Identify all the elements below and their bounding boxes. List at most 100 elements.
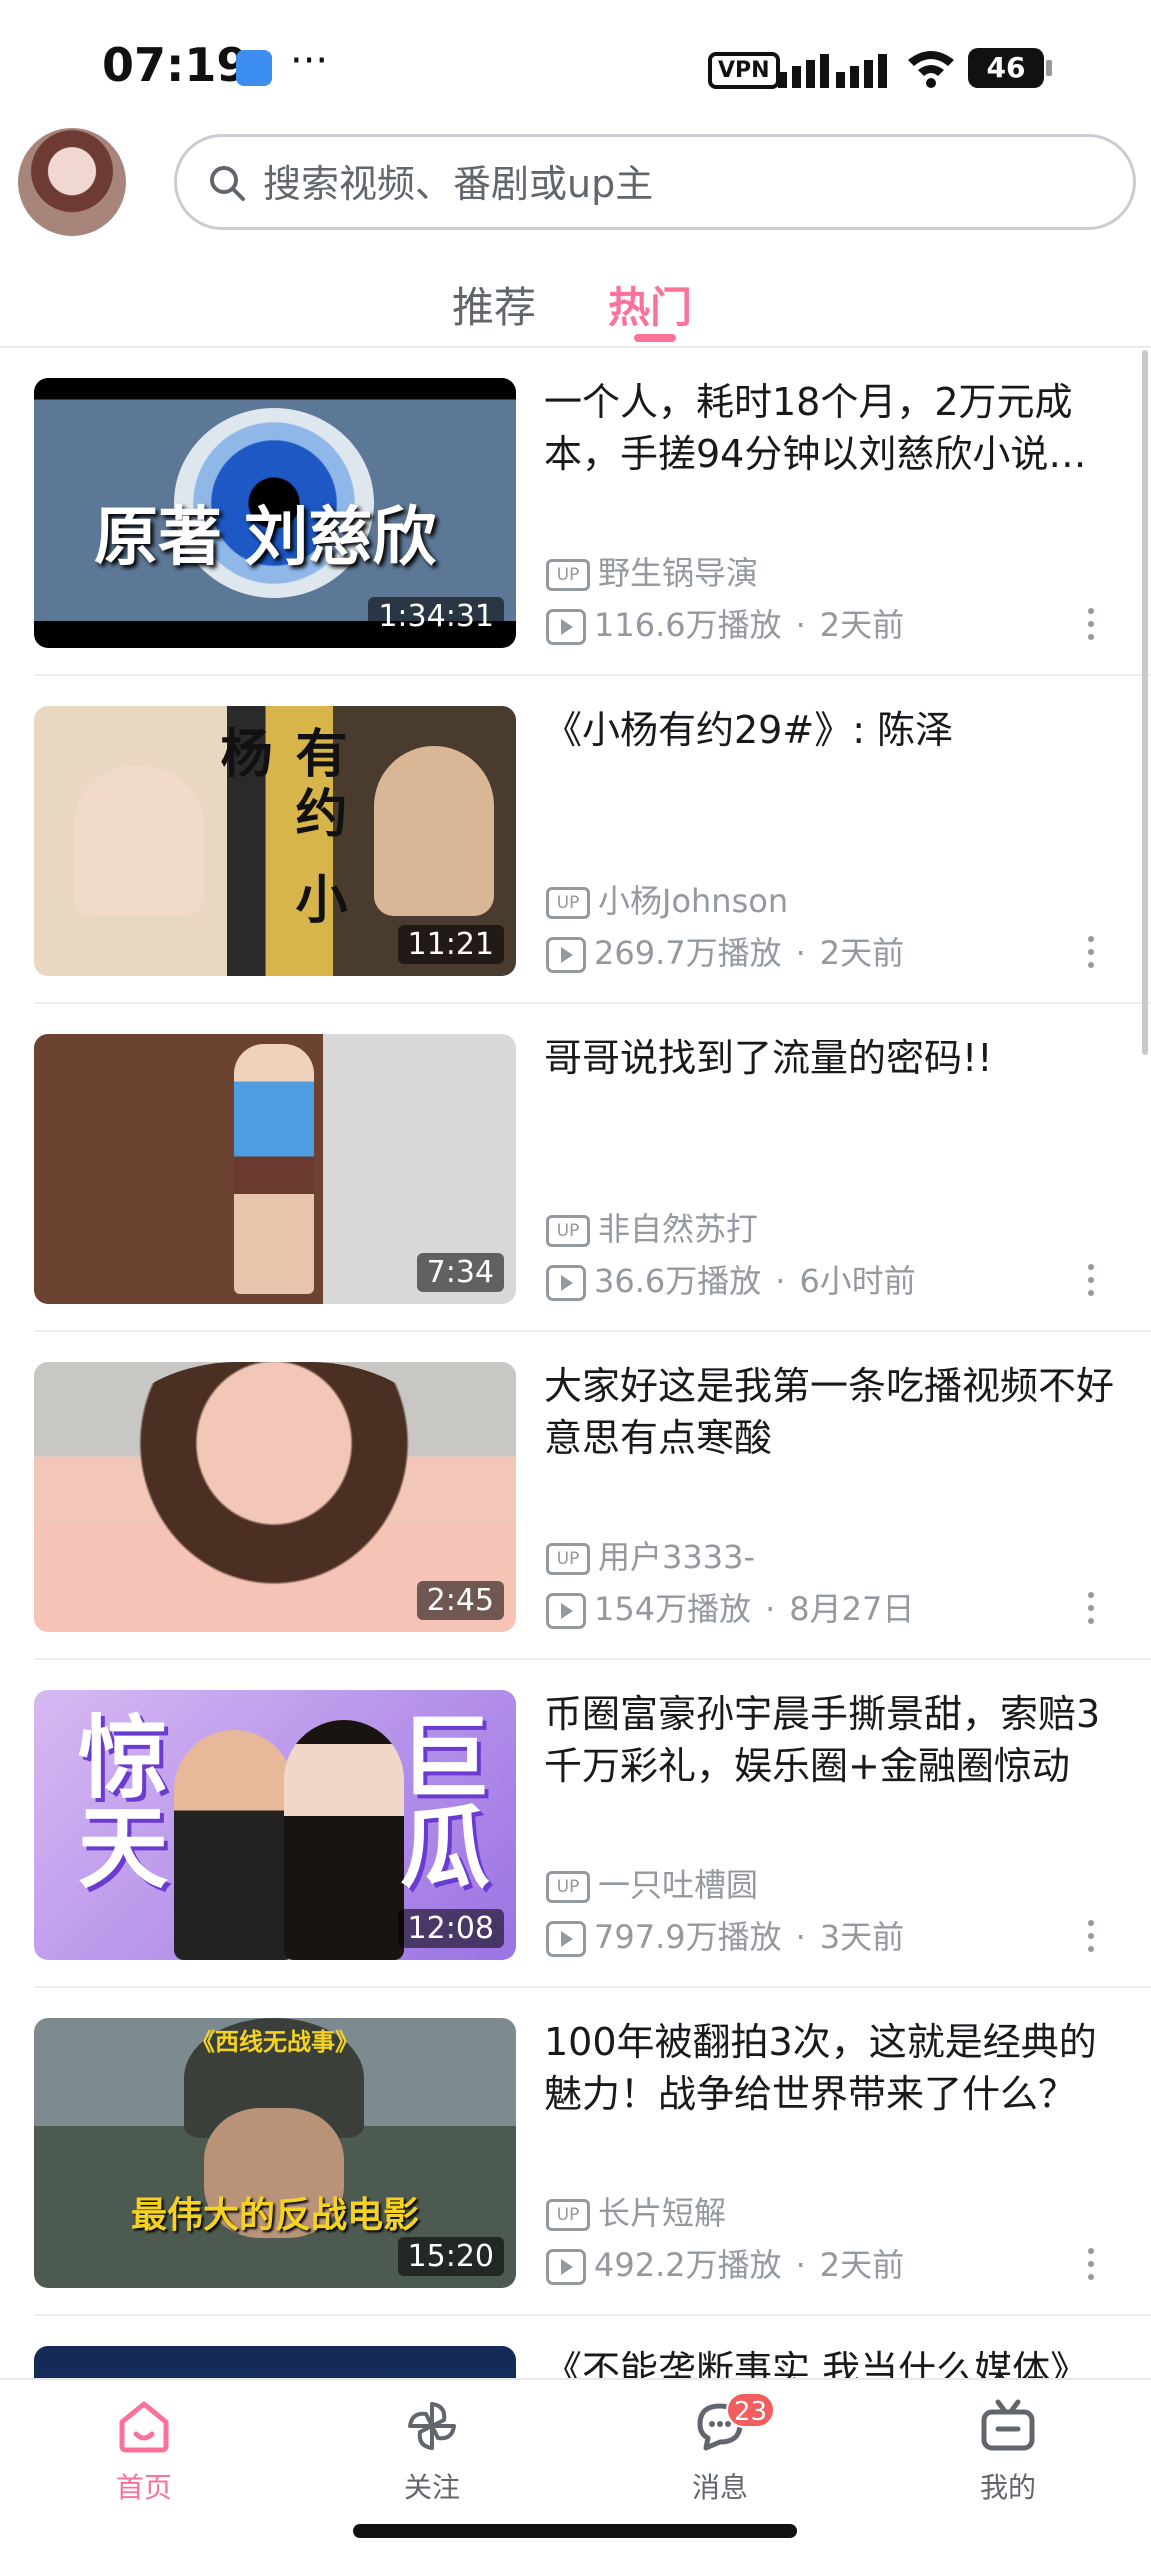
- publish-time: 3天前: [819, 1918, 905, 1956]
- play-count-icon: [546, 937, 586, 973]
- publish-time: 6小时前: [799, 1262, 916, 1300]
- video-thumbnail[interactable]: 惊天 巨瓜 12:08: [34, 1690, 516, 1960]
- video-card[interactable]: 惊天 巨瓜 12:08 币圈富豪孙宇晨手撕景甜，索赔3千万彩礼，娱乐圈+金融圈惊…: [0, 1660, 1151, 1988]
- uploader-name: 用户3333-: [598, 1538, 755, 1576]
- video-title[interactable]: 币圈富豪孙宇晨手撕景甜，索赔3千万彩礼，娱乐圈+金融圈惊动: [544, 1688, 1120, 1792]
- thumbnail-person: [74, 766, 204, 916]
- scrollbar[interactable]: [1142, 350, 1148, 1055]
- thumbnail-caption: 有约 小杨: [211, 726, 346, 933]
- home-indicator[interactable]: [353, 2524, 797, 2538]
- thumbnail-person: [234, 1044, 314, 1294]
- stats-line: 154万播放 · 8月27日: [546, 1588, 914, 1630]
- up-badge-icon: UP: [546, 1215, 590, 1247]
- video-thumbnail[interactable]: 有约 小杨 11:21: [34, 706, 516, 976]
- more-options-icon[interactable]: [1086, 1592, 1096, 1632]
- uploader-line[interactable]: UP 用户3333-: [546, 1536, 755, 1578]
- thumbnail-caption-left: 惊天: [62, 1710, 167, 1890]
- video-card[interactable]: 2:45 大家好这是我第一条吃播视频不好意思有点寒酸 UP 用户3333- 154…: [0, 1332, 1151, 1660]
- video-thumbnail[interactable]: 原著 刘慈欣 1:34:31: [34, 378, 516, 648]
- video-card[interactable]: 原著 刘慈欣 1:34:31 一个人，耗时18个月，2万元成本，手搓94分钟以刘…: [0, 348, 1151, 676]
- more-options-icon[interactable]: [1086, 1920, 1096, 1960]
- more-options-icon[interactable]: [1086, 2248, 1096, 2288]
- more-options-icon[interactable]: [1086, 936, 1096, 976]
- battery-icon: 46: [968, 48, 1044, 88]
- nav-follow[interactable]: 关注: [352, 2396, 512, 2506]
- separator-dot: ·: [795, 2246, 806, 2284]
- up-badge-icon: UP: [546, 1871, 590, 1903]
- video-thumbnail[interactable]: 《西线无战事》 最伟大的反战电影 15:20: [34, 2018, 516, 2288]
- view-count: 492.2万播放: [594, 2246, 782, 2284]
- video-title[interactable]: 《不能垄断事实 我当什么媒体》: [544, 2344, 1120, 2378]
- play-count-icon: [546, 1593, 586, 1629]
- publish-time: 2天前: [819, 606, 905, 644]
- video-duration: 11:21: [397, 925, 504, 964]
- app-notification-icon: [236, 50, 272, 86]
- stats-line: 492.2万播放 · 2天前: [546, 2244, 904, 2286]
- uploader-line[interactable]: UP 非自然苏打: [546, 1208, 758, 1250]
- play-count-icon: [546, 1921, 586, 1957]
- signal-icon: [778, 54, 887, 88]
- uploader-line[interactable]: UP 野生锅导演: [546, 552, 758, 594]
- thumbnail-caption-bottom: 最伟大的反战电影: [130, 2195, 419, 2236]
- more-notifications-icon: ···: [290, 38, 329, 84]
- nav-label: 消息: [691, 2471, 748, 2504]
- publish-time: 8月27日: [789, 1590, 915, 1628]
- nav-messages[interactable]: 23 消息: [640, 2392, 800, 2506]
- thumbnail-caption-top: 《西线无战事》: [191, 2028, 359, 2056]
- status-time: 07:19: [102, 38, 249, 92]
- nav-label: 我的: [979, 2471, 1036, 2504]
- status-bar: 07:19 ··· VPN 46: [0, 0, 1151, 130]
- more-options-icon[interactable]: [1086, 608, 1096, 648]
- video-duration: 12:08: [397, 1909, 504, 1948]
- thumbnail-person: [374, 746, 494, 916]
- thumbnail-person: [94, 1362, 454, 1632]
- uploader-line[interactable]: UP 一只吐槽圆: [546, 1864, 758, 1906]
- search-bar[interactable]: [174, 134, 1136, 230]
- video-card[interactable]: 7:34 哥哥说找到了流量的密码!! UP 非自然苏打 36.6万播放 · 6小时前: [0, 1004, 1151, 1332]
- more-options-icon[interactable]: [1086, 1264, 1096, 1304]
- video-thumbnail[interactable]: 7:34: [34, 1034, 516, 1304]
- video-feed[interactable]: 原著 刘慈欣 1:34:31 一个人，耗时18个月，2万元成本，手搓94分钟以刘…: [0, 348, 1151, 2378]
- tab-hot[interactable]: 热门: [608, 274, 692, 335]
- stats-line: 269.7万播放 · 2天前: [546, 932, 904, 974]
- up-badge-icon: UP: [546, 2199, 590, 2231]
- search-input[interactable]: [261, 151, 1085, 217]
- video-card[interactable]: 《西线无战事》 最伟大的反战电影 15:20 100年被翻拍3次，这就是经典的魅…: [0, 1988, 1151, 2316]
- video-title[interactable]: 大家好这是我第一条吃播视频不好意思有点寒酸: [544, 1360, 1120, 1464]
- nav-label: 首页: [115, 2471, 172, 2504]
- up-badge-icon: UP: [546, 1543, 590, 1575]
- video-thumbnail[interactable]: 2:45: [34, 1362, 516, 1632]
- active-tab-indicator: [634, 334, 676, 342]
- video-thumbnail[interactable]: [34, 2346, 516, 2378]
- thumbnail-caption: 原著 刘慈欣: [94, 501, 437, 575]
- separator-dot: ·: [765, 1590, 776, 1628]
- uploader-line[interactable]: UP 长片短解: [546, 2192, 726, 2234]
- uploader-line[interactable]: UP 小杨Johnson: [546, 880, 788, 922]
- uploader-name: 一只吐槽圆: [598, 1866, 759, 1904]
- video-title[interactable]: 100年被翻拍3次，这就是经典的魅力！战争给世界带来了什么？: [544, 2016, 1120, 2120]
- video-title[interactable]: 哥哥说找到了流量的密码!!: [544, 1032, 1120, 1084]
- tab-bar: 推荐 热门: [0, 262, 1151, 342]
- play-count-icon: [546, 609, 586, 645]
- uploader-name: 非自然苏打: [598, 1210, 759, 1248]
- view-count: 116.6万播放: [594, 606, 782, 644]
- video-title[interactable]: 一个人，耗时18个月，2万元成本，手搓94分钟以刘慈欣小说改编的电影: [544, 376, 1120, 480]
- play-count-icon: [546, 1265, 586, 1301]
- view-count: 797.9万播放: [594, 1918, 782, 1956]
- nav-home[interactable]: 首页: [64, 2396, 224, 2506]
- tab-recommend[interactable]: 推荐: [452, 274, 536, 335]
- nav-profile[interactable]: 我的: [928, 2396, 1088, 2506]
- video-card[interactable]: 有约 小杨 11:21 《小杨有约29#》: 陈泽 UP 小杨Johnson 26…: [0, 676, 1151, 1004]
- view-count: 269.7万播放: [594, 934, 782, 972]
- battery-tip: [1046, 60, 1052, 76]
- uploader-name: 小杨Johnson: [598, 882, 789, 920]
- video-title[interactable]: 《小杨有约29#》: 陈泽: [544, 704, 1120, 756]
- video-card[interactable]: 《不能垄断事实 我当什么媒体》: [0, 2316, 1151, 2378]
- tv-icon: [981, 2399, 1035, 2451]
- avatar[interactable]: [18, 128, 126, 236]
- up-badge-icon: UP: [546, 887, 590, 919]
- separator-dot: ·: [795, 1918, 806, 1956]
- home-icon: [119, 2401, 169, 2453]
- publish-time: 2天前: [819, 2246, 905, 2284]
- video-duration: 2:45: [416, 1581, 504, 1620]
